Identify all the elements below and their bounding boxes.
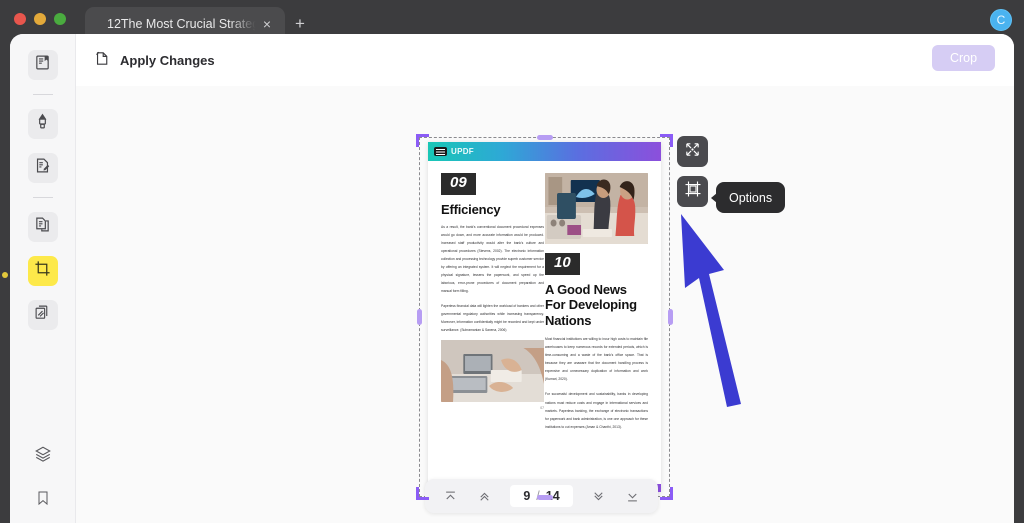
- first-page-button[interactable]: [441, 487, 459, 505]
- active-tool-indicator-dot: [2, 272, 8, 278]
- bookmark-icon: [35, 490, 51, 511]
- main-panel: Apply Changes Crop UPDF: [10, 34, 1014, 523]
- crop-frame-icon: [684, 180, 702, 203]
- crop-handle-left[interactable]: [417, 309, 422, 325]
- sidebar-item-background-tool[interactable]: [28, 300, 58, 330]
- crop-options-button[interactable]: [677, 176, 708, 207]
- page-footer-number: 07: [441, 406, 544, 410]
- crop-button[interactable]: Crop: [932, 45, 995, 71]
- close-tab-icon[interactable]: ×: [259, 17, 275, 31]
- window-traffic-lights: [14, 13, 66, 25]
- page-column-left: 09 Efficiency As a result, the bank's co…: [441, 173, 544, 410]
- section-title: Efficiency: [441, 202, 544, 217]
- bank-counter-photo: [545, 173, 648, 244]
- marker-pen-icon: [34, 113, 51, 135]
- sidebar-item-bookmarks[interactable]: [30, 487, 56, 513]
- book-reader-icon: [34, 54, 51, 76]
- tool-sidebar: [10, 34, 76, 523]
- crop-handle-top-right[interactable]: [660, 134, 673, 147]
- laptops-meeting-photo: [441, 340, 544, 402]
- layers-icon: [34, 445, 52, 468]
- apply-changes-icon: [94, 50, 111, 70]
- section-title: A Good News For Developing Nations: [545, 282, 648, 330]
- sidebar-item-reader-view[interactable]: [28, 50, 58, 80]
- app-window: 12The Most Crucial Strategies × + C: [0, 0, 1024, 523]
- section-paragraph: For successful development and sustainab…: [545, 390, 648, 430]
- sidebar-divider: [33, 197, 53, 198]
- floating-tool-buttons: [677, 136, 708, 207]
- apply-changes-label: Apply Changes: [120, 53, 215, 68]
- sidebar-bottom-group: [10, 443, 76, 513]
- page-header-ribbon: UPDF: [428, 142, 661, 161]
- updf-logo-text: UPDF: [451, 147, 474, 156]
- close-window-button[interactable]: [14, 13, 26, 25]
- section-paragraph: Paperless financial data will lighten th…: [441, 302, 544, 334]
- apply-changes-button[interactable]: Apply Changes: [94, 50, 215, 70]
- page-content: 09 Efficiency As a result, the bank's co…: [428, 161, 661, 484]
- crop-handle-top[interactable]: [537, 135, 553, 140]
- stacked-pages-icon: [34, 304, 51, 326]
- crop-handle-bottom[interactable]: [537, 495, 553, 500]
- sidebar-item-layers[interactable]: [30, 443, 56, 469]
- crop-handle-bottom-right[interactable]: [660, 487, 673, 500]
- sidebar-item-crop-tool[interactable]: [28, 256, 58, 286]
- page-column-right: 10 A Good News For Developing Nations Mo…: [545, 173, 648, 431]
- options-tooltip: Options: [716, 182, 785, 213]
- crop-icon: [34, 260, 51, 282]
- updf-logo-icon: [434, 147, 447, 156]
- sidebar-item-annotate-tool[interactable]: [28, 153, 58, 183]
- maximize-window-button[interactable]: [54, 13, 66, 25]
- fit-expand-button[interactable]: [677, 136, 708, 167]
- pdf-page[interactable]: UPDF 09 Efficiency As a result, the bank…: [428, 142, 661, 492]
- expand-arrows-icon: [684, 141, 701, 163]
- document-tab-title: 12The Most Crucial Strategies: [107, 17, 257, 31]
- section-badge: 10: [545, 253, 580, 275]
- document-canvas: UPDF 09 Efficiency As a result, the bank…: [76, 86, 1014, 523]
- section-paragraph: As a result, the bank's conventional doc…: [441, 223, 544, 296]
- sidebar-divider: [33, 94, 53, 95]
- sidebar-item-organize-pages[interactable]: [28, 212, 58, 242]
- crop-handle-top-left[interactable]: [416, 134, 429, 147]
- minimize-window-button[interactable]: [34, 13, 46, 25]
- pointer-arrow-annotation: [671, 208, 763, 413]
- next-page-button[interactable]: [589, 487, 607, 505]
- action-bar: Apply Changes Crop: [76, 34, 1014, 86]
- previous-page-button[interactable]: [476, 487, 494, 505]
- options-tooltip-label: Options: [729, 191, 772, 205]
- sidebar-item-highlight-tool[interactable]: [28, 109, 58, 139]
- section-badge: 09: [441, 173, 476, 195]
- crop-handle-bottom-left[interactable]: [416, 487, 429, 500]
- page-copy-icon: [34, 216, 51, 238]
- edit-document-icon: [34, 157, 51, 179]
- current-page-value[interactable]: 9: [523, 489, 530, 503]
- last-page-button[interactable]: [624, 487, 642, 505]
- avatar[interactable]: C: [990, 9, 1012, 31]
- section-paragraph: Most financial institutions are willing …: [545, 335, 648, 383]
